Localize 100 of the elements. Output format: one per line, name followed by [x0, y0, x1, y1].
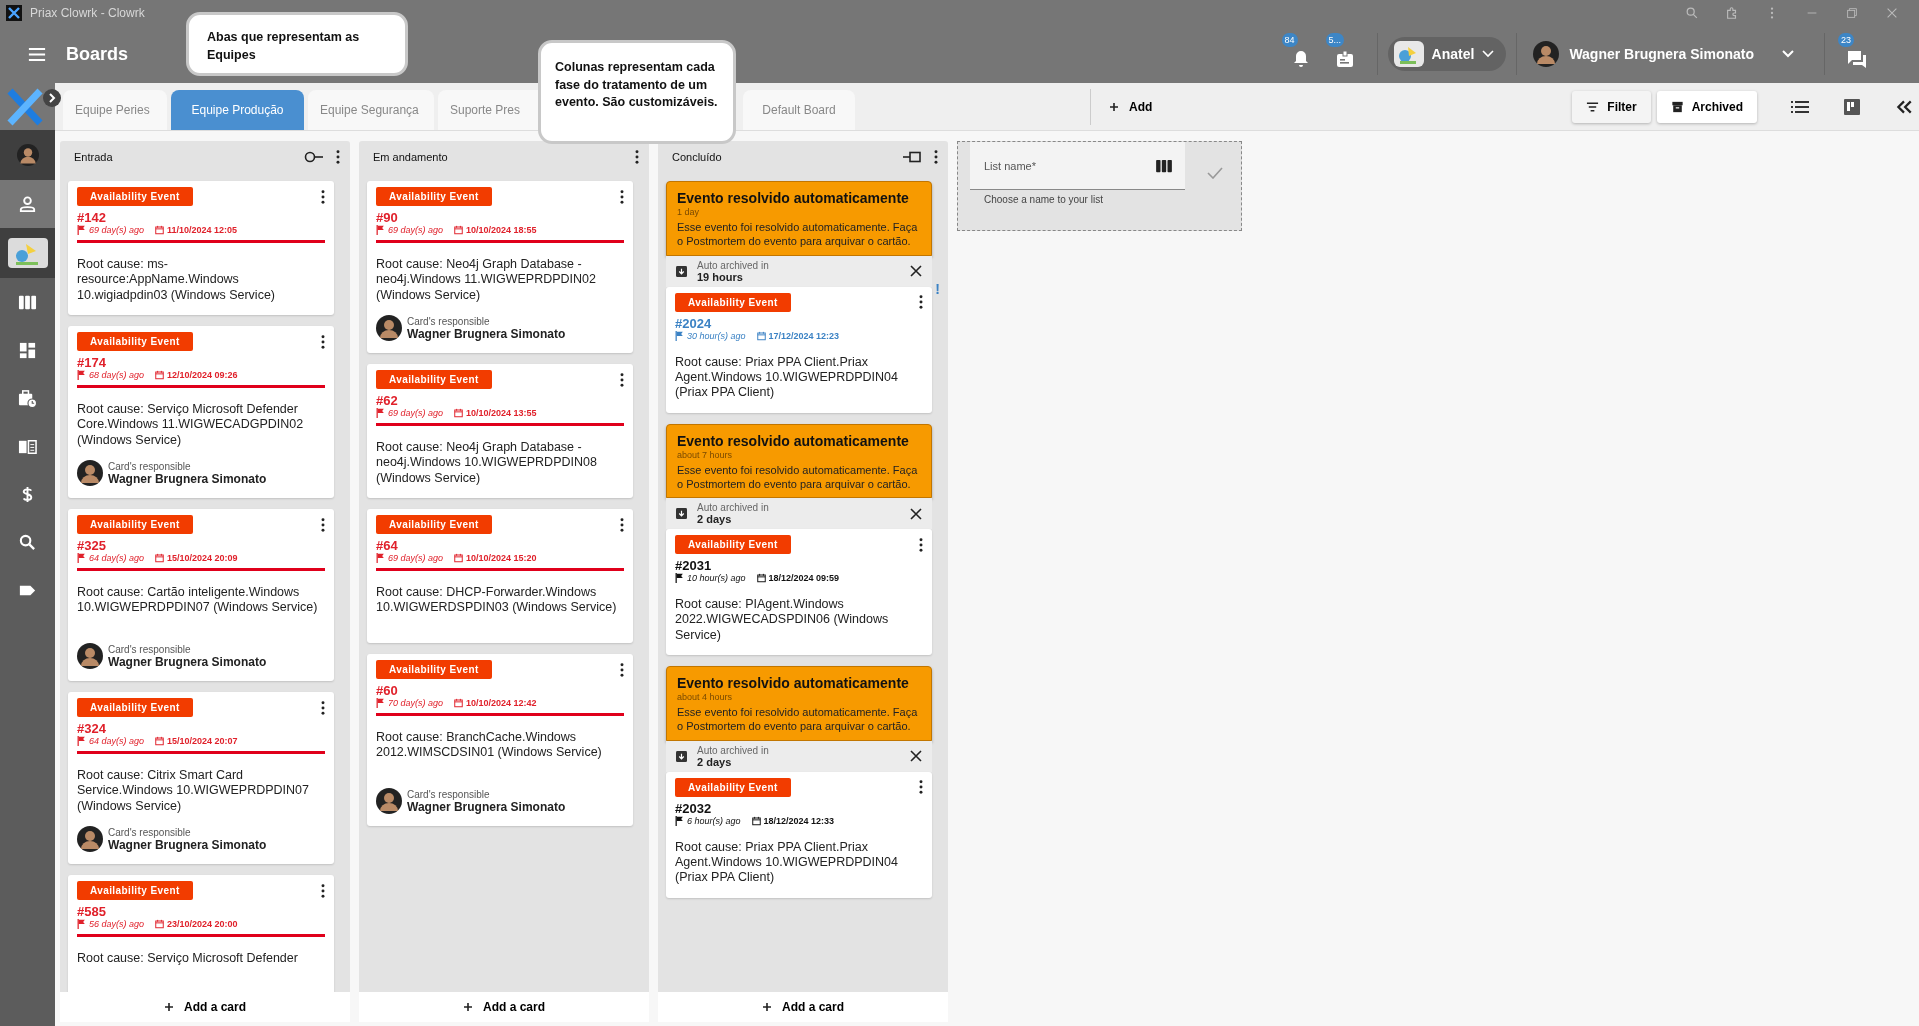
kebab-menu-icon[interactable] [635, 150, 639, 164]
kebab-menu-icon[interactable] [919, 295, 923, 310]
archived-button[interactable]: Archived [1656, 90, 1757, 123]
add-card-button[interactable]: Add a card [60, 992, 350, 1022]
event-card[interactable]: Availability Event #174 68 day(s) ago 12/10/2024 09:26 Root cause: Serviço Microsoft Defender Core.Windows 11.WIGWECADGPDIN02 (Windows Service) Card's responsible Wagner Brugnera Simonato [68, 326, 334, 498]
archive-label: Auto archived in [697, 259, 769, 271]
board-tab[interactable]: Default Board [743, 90, 855, 130]
kebab-menu-icon[interactable] [620, 372, 624, 387]
expand-icon[interactable] [43, 89, 61, 107]
root-cause-text: Root cause: Serviço Microsoft Defender [77, 951, 299, 967]
event-card[interactable]: Availability Event #585 56 day(s) ago 23/10/2024 20:00 Root cause: Serviço Microsoft Defender [68, 875, 334, 992]
root-cause-text: Root cause: ms-resource:AppName.Windows 10.wigiadpdin03 (Windows Service) [77, 257, 276, 303]
plus-icon [463, 1002, 473, 1012]
flag-icon [77, 370, 86, 380]
kebab-menu-icon[interactable] [321, 517, 325, 532]
responsible-name: Wagner Brugnera Simonato [407, 799, 566, 814]
field-hint: Choose a name to your list [984, 194, 1104, 205]
kebab-menu-icon[interactable] [620, 189, 624, 204]
board-tab[interactable]: Equipe Segurança [308, 90, 434, 130]
event-number: #90 [376, 210, 399, 225]
filter-icon [1586, 100, 1600, 113]
kebab-menu-icon[interactable] [934, 150, 938, 164]
flag-icon [376, 553, 385, 563]
notice-time: 1 day [677, 207, 701, 217]
event-card[interactable]: Availability Event #2031 10 hour(s) ago 18/12/2024 09:59 Root cause: PIAgent.Windows 2022.WIGWECADSPDIN06 (Windows Service) [666, 529, 932, 656]
chevron-down-icon[interactable] [1782, 50, 1794, 58]
responsible-label: Card's responsible [407, 788, 491, 800]
sidebar-item[interactable] [0, 180, 55, 228]
archive-label: Auto archived in [697, 744, 769, 756]
add-card-button[interactable]: Add a card [359, 992, 649, 1022]
event-date: 15/10/2024 20:09 [167, 553, 238, 563]
archive-label: Auto archived in [697, 502, 769, 514]
flag-icon [77, 736, 86, 746]
message-count: 23 [1838, 33, 1854, 47]
kebab-menu-icon[interactable] [321, 334, 325, 349]
event-card[interactable]: Availability Event #142 69 day(s) ago 11/10/2024 12:05 Root cause: ms-resource:AppName.Windows 10.wigiadpdin03 (Windows Service) [68, 181, 334, 315]
add-button[interactable]: Add [1103, 98, 1159, 115]
calendar-icon [454, 698, 464, 708]
plus-icon [164, 1002, 174, 1012]
kebab-menu-icon[interactable] [321, 189, 325, 204]
kebab-menu-icon[interactable] [321, 700, 325, 715]
event-number: #62 [376, 393, 399, 408]
add-card-button[interactable]: Add a card [658, 992, 948, 1022]
event-date: 17/12/2024 12:23 [768, 330, 840, 341]
event-age: 30 hour(s) ago [687, 330, 746, 341]
close-icon[interactable] [910, 507, 922, 520]
sidebar-item[interactable] [0, 130, 55, 180]
calendar-icon [751, 815, 761, 826]
event-card[interactable]: Availability Event #60 70 day(s) ago 10/10/2024 12:42 Root cause: BranchCache.Windows 2012.WIMSCDSIN01 (Windows Service) Card's responsible Wagner Brugnera Simonato [367, 654, 633, 826]
flag-icon [675, 815, 684, 826]
plus-icon [1109, 101, 1119, 112]
event-age: 69 day(s) ago [388, 553, 444, 563]
avatar-icon [77, 643, 103, 669]
close-icon[interactable] [910, 750, 922, 763]
event-date: 12/10/2024 09:26 [167, 370, 238, 380]
event-card[interactable]: Availability Event #64 69 day(s) ago 10/10/2024 15:20 Root cause: DHCP-Forwarder.Windows 10.WIGWERDSPDIN03 (Windows Service) [367, 509, 633, 643]
calendar-icon [155, 370, 165, 380]
chat-icon[interactable] [1846, 49, 1868, 69]
alert-mark: ! [935, 280, 940, 297]
event-card[interactable]: Availability Event #90 69 day(s) ago 10/10/2024 18:55 Root cause: Neo4j Graph Database - neo4j.Windows 11.WIGWEPRDPDIN02 (Windows Service) Card's responsible Wagner Brugnera Simonato [367, 181, 633, 353]
event-age: 68 day(s) ago [89, 370, 145, 380]
organization-selector[interactable]: Anatel [1387, 37, 1507, 71]
tutorial-tooltip: Abas que representam as Equipes [186, 12, 408, 76]
kebab-menu-icon[interactable] [336, 150, 340, 164]
event-age: 6 hour(s) ago [687, 815, 741, 826]
column-title: Em andamento [373, 151, 448, 163]
list-name-field[interactable]: List name* [970, 142, 1185, 190]
menu-icon[interactable] [28, 46, 46, 62]
event-card[interactable]: Availability Event #2032 6 hour(s) ago 18/12/2024 12:33 Root cause: Priax PPA Client.Priax Agent.Windows 10.WIGWEPRDPDIN04 (Priax PPA Client) [666, 771, 932, 898]
calendar-icon [454, 408, 464, 418]
event-card[interactable]: Availability Event #325 64 day(s) ago 15/10/2024 20:09 Root cause: Cartão inteligente.Windows 10.WIGWEPRDPDIN07 (Windows Service) Card's responsible Wagner Brugnera Simonato [68, 509, 334, 681]
archive-icon [676, 265, 687, 277]
collapse-icon[interactable] [1895, 98, 1913, 115]
root-cause-text: Root cause: DHCP-Forwarder.Windows 10.WIGWERDSPDIN03 (Windows Service) [376, 585, 618, 617]
avatar-icon [77, 460, 103, 486]
kebab-menu-icon[interactable] [321, 883, 325, 898]
check-icon[interactable] [1207, 167, 1223, 179]
event-tag: Availability Event [675, 292, 791, 312]
plus-icon [762, 1002, 772, 1012]
calendar-icon [454, 553, 464, 563]
user-name[interactable]: Wagner Brugnera Simonato [1569, 46, 1754, 62]
filter-button[interactable]: Filter [1572, 90, 1651, 123]
event-tag: Availability Event [675, 535, 791, 555]
event-card[interactable]: Availability Event #324 64 day(s) ago 15/10/2024 20:07 Root cause: Citrix Smart Card Service.Windows 10.WIGWEPRDPDIN07 (Windows Service) Card's responsible Wagner Brugnera Simonato [68, 692, 334, 864]
key-icon[interactable] [304, 151, 324, 163]
list-view-icon[interactable] [1791, 98, 1809, 115]
flag-icon [376, 408, 385, 418]
event-card[interactable]: Availability Event #62 69 day(s) ago 10/10/2024 13:55 Root cause: Neo4j Graph Database - neo4j.Windows 10.WIGWEPRDPDIN08 (Windows Service) [367, 364, 633, 498]
event-tag: Availability Event [77, 515, 193, 534]
kebab-menu-icon[interactable] [919, 537, 923, 552]
sidebar-item[interactable] [0, 228, 55, 278]
kebab-menu-icon[interactable] [620, 662, 624, 677]
kebab-menu-icon[interactable] [919, 780, 923, 795]
close-icon[interactable] [910, 265, 922, 278]
flag-icon [77, 225, 86, 235]
notice-text: Esse evento foi resolvido automaticamente. Faça o Postmortem do evento para arquivar o cartão. [677, 705, 919, 734]
event-number: #585 [77, 904, 107, 919]
board-view-icon[interactable] [1843, 98, 1861, 115]
event-date: 10/10/2024 15:20 [466, 553, 537, 563]
kebab-menu-icon[interactable] [620, 517, 624, 532]
